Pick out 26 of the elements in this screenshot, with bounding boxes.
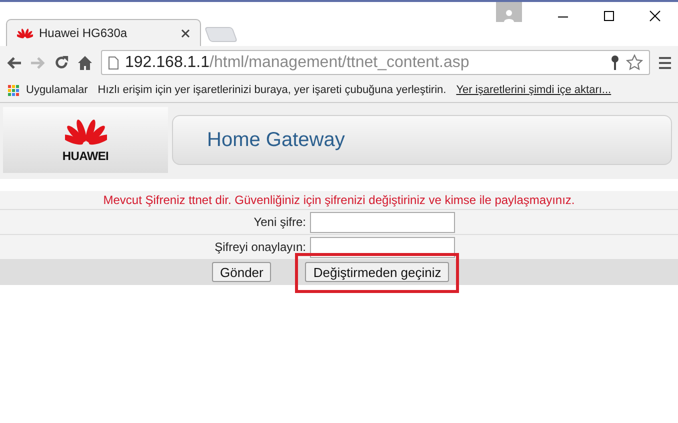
form-button[interactable]: Değiştirmeden geçiniz xyxy=(305,262,450,282)
field-label: Yeni şifre: xyxy=(252,214,307,231)
bookmarks-hint: Hızlı erişim için yer işaretlerinizi buraya, yer işareti çubuğuna yerleştirin. xyxy=(98,83,446,98)
password-field[interactable] xyxy=(310,236,455,258)
menu-icon[interactable] xyxy=(658,56,672,70)
huawei-petals-icon xyxy=(17,27,33,39)
address-bar[interactable]: 192.168.1.1/html/management/ttnet_content.asp xyxy=(101,50,650,75)
apps-icon[interactable] xyxy=(8,84,20,96)
apps-link[interactable]: Uygulamalar xyxy=(26,82,88,99)
logo-text: HUAWEI xyxy=(62,148,109,165)
password-field[interactable] xyxy=(310,212,455,232)
tab-title: Huawei HG630a xyxy=(39,25,128,42)
page-title: Home Gateway xyxy=(207,128,345,153)
form-button[interactable]: Gönder xyxy=(212,262,272,282)
warning-message: Mevcut Şifreniz ttnet dir. Güvenliğiniz için şifrenizi değiştiriniz ve kimse ile paylaşmayınız. xyxy=(103,192,575,209)
close-tab-icon[interactable] xyxy=(181,28,190,38)
browser-tab[interactable]: Huawei HG630a xyxy=(6,19,201,46)
star-icon[interactable] xyxy=(626,54,643,71)
page-icon xyxy=(108,56,119,70)
key-icon[interactable] xyxy=(610,54,620,70)
back-icon[interactable] xyxy=(6,56,22,70)
field-label: Şifreyi onaylayın: xyxy=(214,239,307,256)
home-icon[interactable] xyxy=(77,54,93,70)
import-bookmarks-link[interactable]: Yer işaretlerini şimdi içe aktarı... xyxy=(456,82,612,99)
url-text: 192.168.1.1/html/management/ttnet_content.asp xyxy=(125,52,470,72)
reload-icon[interactable] xyxy=(54,55,69,70)
